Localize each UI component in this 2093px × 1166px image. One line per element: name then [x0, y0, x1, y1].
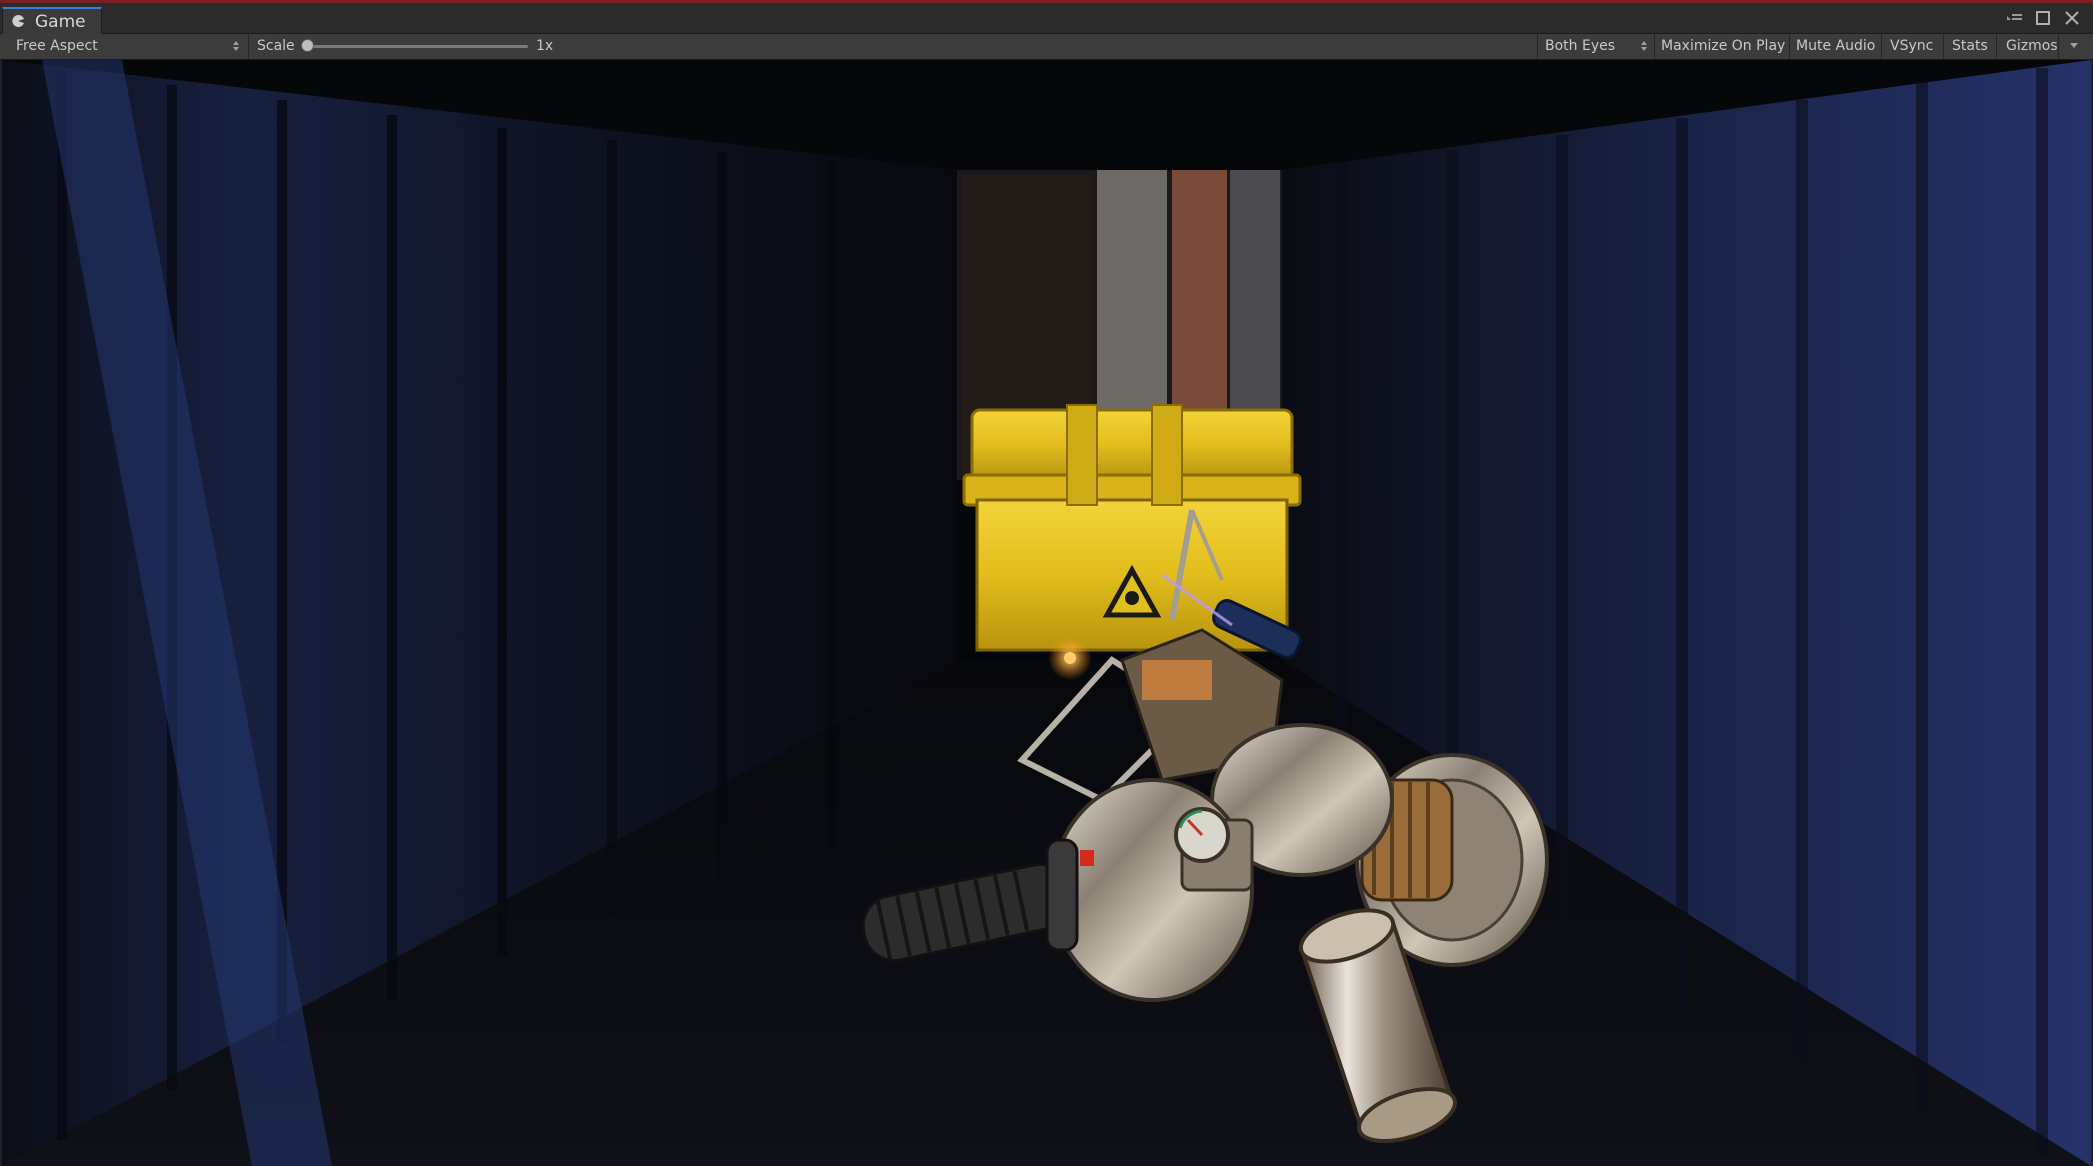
vsync-toggle[interactable]: VSync: [1881, 34, 1943, 59]
aspect-dropdown-label: Free Aspect: [16, 38, 98, 54]
gizmos-button[interactable]: Gizmos: [1996, 34, 2058, 59]
chevron-down-icon: [2070, 43, 2078, 48]
gizmos-dropdown[interactable]: [2058, 34, 2088, 59]
scale-slider-thumb[interactable]: [301, 39, 314, 52]
game-toolbar: Free Aspect Scale 1x Both Eyes Maximize …: [0, 34, 2093, 60]
maximize-on-play-toggle[interactable]: Maximize On Play: [1654, 34, 1789, 59]
tab-game-label: Game: [35, 12, 86, 32]
mute-audio-toggle[interactable]: Mute Audio: [1789, 34, 1881, 59]
maximize-on-play-label: Maximize On Play: [1661, 38, 1786, 54]
game-viewport[interactable]: [2, 60, 2091, 1166]
eyes-dropdown-label: Both Eyes: [1545, 38, 1616, 54]
scale-label-text: Scale: [257, 38, 295, 54]
game-scene: [2, 60, 2091, 1166]
stats-toggle[interactable]: Stats: [1943, 34, 1996, 59]
close-icon[interactable]: [2061, 8, 2083, 28]
tab-game[interactable]: Game: [2, 7, 102, 35]
gizmos-label: Gizmos: [2006, 38, 2058, 54]
maximize-icon[interactable]: [2032, 8, 2054, 28]
scale-slider-track[interactable]: [306, 45, 528, 48]
dropdown-arrows-icon: [1641, 41, 1647, 51]
stats-label: Stats: [1952, 38, 1988, 54]
scale-value-text: 1x: [536, 38, 554, 54]
aspect-dropdown[interactable]: Free Aspect: [6, 34, 246, 59]
glow-core: [1064, 652, 1076, 664]
mute-audio-label: Mute Audio: [1796, 38, 1876, 54]
window-controls: [2001, 8, 2083, 28]
dropdown-arrows-icon: [233, 41, 239, 51]
vsync-label: VSync: [1890, 38, 1934, 54]
scale-label: Scale: [248, 34, 298, 59]
far-lit-wall: [1172, 170, 1227, 420]
unity-game-window: Game Free Aspect Scale 1x Both Eyes Maxi…: [0, 0, 2093, 1166]
scale-value: 1x: [536, 34, 576, 59]
eyes-dropdown[interactable]: Both Eyes: [1537, 34, 1654, 59]
menu-icon[interactable]: [2003, 8, 2025, 28]
pacman-game-icon: [12, 14, 24, 27]
tab-strip: Game: [0, 3, 2093, 35]
